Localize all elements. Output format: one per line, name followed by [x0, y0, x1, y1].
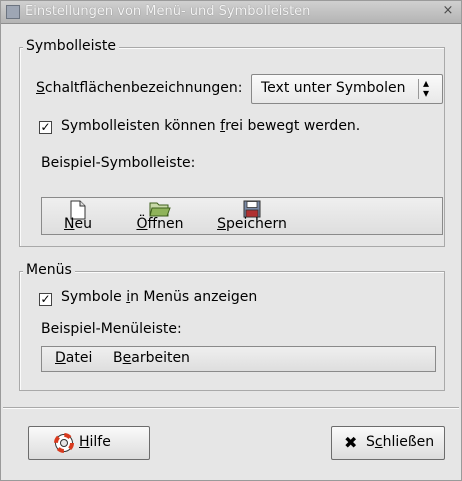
show-menu-icons-checkbox[interactable]: ✓ [39, 293, 52, 306]
menu-file[interactable]: Datei [55, 350, 92, 366]
button-labels-caption: Schaltflächenbezeichnungen: [36, 80, 243, 96]
toolbar-button-new[interactable]: Neu [53, 200, 103, 234]
preferences-window: Einstellungen von Menü- und Symbolleiste… [0, 0, 462, 481]
window-menu-icon[interactable] [6, 5, 20, 19]
toolbar-frame-label: Symbolleiste [23, 38, 119, 54]
title-bar[interactable]: Einstellungen von Menü- und Symbolleiste… [1, 1, 461, 24]
menus-frame-label: Menüs [23, 262, 75, 278]
up-down-arrow-icon: ▴ ▾ [423, 76, 430, 100]
close-button[interactable]: ✖ Schließen [331, 426, 445, 460]
lifebuoy-icon [54, 433, 74, 453]
show-menu-icons-label[interactable]: Symbole in Menüs anzeigen [61, 289, 257, 305]
window-title: Einstellungen von Menü- und Symbolleiste… [25, 4, 311, 19]
combo-separator [418, 79, 419, 99]
toolbar-button-open[interactable]: Öffnen [129, 200, 191, 234]
close-button-label: Schließen [366, 434, 435, 450]
toolbar-button-open-label: Öffnen [136, 216, 184, 232]
close-x-icon: ✖ [344, 433, 358, 452]
toolbar-button-save-label: Speichern [217, 216, 287, 232]
close-window-icon[interactable]: × [441, 4, 455, 18]
example-toolbar-label: Beispiel-Symbolleiste: [41, 155, 196, 171]
example-menubar: Datei Bearbeiten [41, 346, 436, 372]
button-labels-value: Text unter Symbolen [261, 80, 406, 96]
dialog-separator [3, 407, 459, 409]
toolbar-button-new-label: Neu [64, 216, 92, 232]
help-button-label: Hilfe [79, 434, 111, 450]
detachable-toolbars-checkbox[interactable]: ✓ [39, 121, 52, 134]
help-button[interactable]: Hilfe [28, 426, 150, 460]
toolbar-button-save[interactable]: Speichern [212, 200, 292, 234]
menu-edit[interactable]: Bearbeiten [113, 350, 190, 366]
example-toolbar: Neu Öffnen Speichern [41, 197, 443, 235]
detachable-toolbars-label[interactable]: Symbolleisten können frei bewegt werden. [61, 118, 360, 134]
button-labels-select[interactable]: Text unter Symbolen ▴ ▾ [251, 74, 443, 104]
example-menubar-label: Beispiel-Menüleiste: [41, 321, 182, 337]
